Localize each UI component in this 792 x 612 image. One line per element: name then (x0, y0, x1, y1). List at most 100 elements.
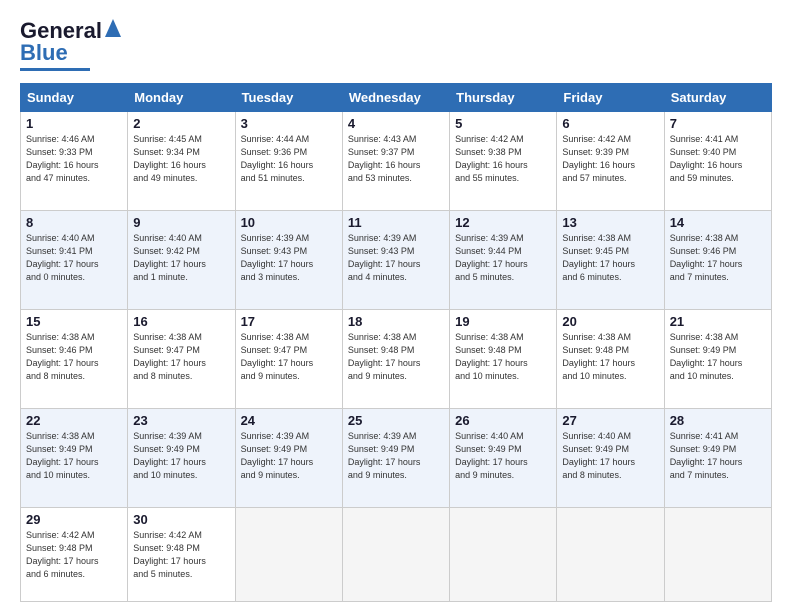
calendar-cell: 13 Sunrise: 4:38 AM Sunset: 9:45 PM Dayli… (557, 210, 664, 309)
day-info: Sunrise: 4:38 AM Sunset: 9:47 PM Dayligh… (241, 331, 337, 383)
calendar-week-row: 29 Sunrise: 4:42 AM Sunset: 9:48 PM Dayli… (21, 507, 772, 601)
calendar-cell: 16 Sunrise: 4:38 AM Sunset: 9:47 PM Dayli… (128, 309, 235, 408)
day-number: 30 (133, 512, 229, 527)
calendar-cell: 28 Sunrise: 4:41 AM Sunset: 9:49 PM Dayli… (664, 408, 771, 507)
calendar-cell: 14Sunrise: 4:38 AM Sunset: 9:46 PM Dayli… (664, 210, 771, 309)
calendar-body: 1 Sunrise: 4:46 AM Sunset: 9:33 PM Daylig… (21, 112, 772, 602)
day-info: Sunrise: 4:42 AM Sunset: 9:48 PM Dayligh… (26, 529, 122, 581)
calendar-cell (557, 507, 664, 601)
calendar-cell: 21Sunrise: 4:38 AM Sunset: 9:49 PM Dayli… (664, 309, 771, 408)
calendar-week-row: 1 Sunrise: 4:46 AM Sunset: 9:33 PM Daylig… (21, 112, 772, 211)
calendar-cell: 3 Sunrise: 4:44 AM Sunset: 9:36 PM Daylig… (235, 112, 342, 211)
weekday-header-saturday: Saturday (664, 84, 771, 112)
day-info: Sunrise: 4:41 AM Sunset: 9:49 PM Dayligh… (670, 430, 766, 482)
day-info: Sunrise: 4:38 AM Sunset: 9:47 PM Dayligh… (133, 331, 229, 383)
calendar-cell (664, 507, 771, 601)
day-number: 17 (241, 314, 337, 329)
calendar-cell: 17 Sunrise: 4:38 AM Sunset: 9:47 PM Dayli… (235, 309, 342, 408)
day-info: Sunrise: 4:38 AM Sunset: 9:49 PM Dayligh… (26, 430, 122, 482)
calendar-cell: 18 Sunrise: 4:38 AM Sunset: 9:48 PM Dayli… (342, 309, 449, 408)
calendar-header-row: SundayMondayTuesdayWednesdayThursdayFrid… (21, 84, 772, 112)
calendar-cell: 22Sunrise: 4:38 AM Sunset: 9:49 PM Dayli… (21, 408, 128, 507)
day-number: 3 (241, 116, 337, 131)
day-info: Sunrise: 4:44 AM Sunset: 9:36 PM Dayligh… (241, 133, 337, 185)
calendar-cell: 19Sunrise: 4:38 AM Sunset: 9:48 PM Dayli… (450, 309, 557, 408)
day-info: Sunrise: 4:39 AM Sunset: 9:49 PM Dayligh… (133, 430, 229, 482)
calendar-cell: 10 Sunrise: 4:39 AM Sunset: 9:43 PM Dayli… (235, 210, 342, 309)
calendar-table: SundayMondayTuesdayWednesdayThursdayFrid… (20, 83, 772, 602)
day-info: Sunrise: 4:38 AM Sunset: 9:49 PM Dayligh… (670, 331, 766, 383)
day-number: 28 (670, 413, 766, 428)
day-number: 8 (26, 215, 122, 230)
calendar-cell: 24Sunrise: 4:39 AM Sunset: 9:49 PM Dayli… (235, 408, 342, 507)
weekday-header-friday: Friday (557, 84, 664, 112)
calendar-cell: 2 Sunrise: 4:45 AM Sunset: 9:34 PM Daylig… (128, 112, 235, 211)
day-number: 25 (348, 413, 444, 428)
day-number: 11 (348, 215, 444, 230)
day-number: 10 (241, 215, 337, 230)
calendar-cell: 30 Sunrise: 4:42 AM Sunset: 9:48 PM Dayli… (128, 507, 235, 601)
day-info: Sunrise: 4:42 AM Sunset: 9:48 PM Dayligh… (133, 529, 229, 581)
calendar-cell: 26 Sunrise: 4:40 AM Sunset: 9:49 PM Dayli… (450, 408, 557, 507)
calendar-cell: 4 Sunrise: 4:43 AM Sunset: 9:37 PM Daylig… (342, 112, 449, 211)
day-info: Sunrise: 4:38 AM Sunset: 9:46 PM Dayligh… (26, 331, 122, 383)
day-info: Sunrise: 4:39 AM Sunset: 9:43 PM Dayligh… (348, 232, 444, 284)
page: General Blue SundayMondayTuesdayWednesda… (0, 0, 792, 612)
calendar-cell: 1 Sunrise: 4:46 AM Sunset: 9:33 PM Daylig… (21, 112, 128, 211)
day-info: Sunrise: 4:39 AM Sunset: 9:44 PM Dayligh… (455, 232, 551, 284)
calendar-cell: 29 Sunrise: 4:42 AM Sunset: 9:48 PM Dayli… (21, 507, 128, 601)
calendar-week-row: 15 Sunrise: 4:38 AM Sunset: 9:46 PM Dayli… (21, 309, 772, 408)
day-number: 12 (455, 215, 551, 230)
calendar-cell: 9Sunrise: 4:40 AM Sunset: 9:42 PM Daylig… (128, 210, 235, 309)
calendar-cell: 23 Sunrise: 4:39 AM Sunset: 9:49 PM Dayli… (128, 408, 235, 507)
calendar-cell: 27 Sunrise: 4:40 AM Sunset: 9:49 PM Dayli… (557, 408, 664, 507)
weekday-header-sunday: Sunday (21, 84, 128, 112)
day-number: 15 (26, 314, 122, 329)
header: General Blue (20, 18, 772, 71)
day-info: Sunrise: 4:38 AM Sunset: 9:48 PM Dayligh… (348, 331, 444, 383)
day-info: Sunrise: 4:45 AM Sunset: 9:34 PM Dayligh… (133, 133, 229, 185)
day-number: 2 (133, 116, 229, 131)
calendar-week-row: 8 Sunrise: 4:40 AM Sunset: 9:41 PM Daylig… (21, 210, 772, 309)
calendar-cell: 6Sunrise: 4:42 AM Sunset: 9:39 PM Daylig… (557, 112, 664, 211)
day-number: 19 (455, 314, 551, 329)
calendar-cell: 11 Sunrise: 4:39 AM Sunset: 9:43 PM Dayli… (342, 210, 449, 309)
day-number: 1 (26, 116, 122, 131)
day-number: 9 (133, 215, 229, 230)
day-number: 5 (455, 116, 551, 131)
day-number: 7 (670, 116, 766, 131)
day-info: Sunrise: 4:39 AM Sunset: 9:43 PM Dayligh… (241, 232, 337, 284)
calendar-cell: 12 Sunrise: 4:39 AM Sunset: 9:44 PM Dayli… (450, 210, 557, 309)
day-info: Sunrise: 4:40 AM Sunset: 9:49 PM Dayligh… (562, 430, 658, 482)
weekday-header-thursday: Thursday (450, 84, 557, 112)
day-info: Sunrise: 4:43 AM Sunset: 9:37 PM Dayligh… (348, 133, 444, 185)
day-info: Sunrise: 4:42 AM Sunset: 9:39 PM Dayligh… (562, 133, 658, 185)
day-info: Sunrise: 4:46 AM Sunset: 9:33 PM Dayligh… (26, 133, 122, 185)
day-number: 29 (26, 512, 122, 527)
day-number: 18 (348, 314, 444, 329)
day-number: 13 (562, 215, 658, 230)
day-number: 24 (241, 413, 337, 428)
calendar-cell: 5 Sunrise: 4:42 AM Sunset: 9:38 PM Daylig… (450, 112, 557, 211)
day-info: Sunrise: 4:42 AM Sunset: 9:38 PM Dayligh… (455, 133, 551, 185)
day-info: Sunrise: 4:40 AM Sunset: 9:49 PM Dayligh… (455, 430, 551, 482)
logo: General Blue (20, 18, 121, 71)
calendar-cell: 7Sunrise: 4:41 AM Sunset: 9:40 PM Daylig… (664, 112, 771, 211)
calendar-cell (342, 507, 449, 601)
calendar-cell: 15 Sunrise: 4:38 AM Sunset: 9:46 PM Dayli… (21, 309, 128, 408)
day-number: 20 (562, 314, 658, 329)
day-info: Sunrise: 4:40 AM Sunset: 9:41 PM Dayligh… (26, 232, 122, 284)
calendar-cell (450, 507, 557, 601)
calendar-week-row: 22Sunrise: 4:38 AM Sunset: 9:49 PM Dayli… (21, 408, 772, 507)
weekday-header-wednesday: Wednesday (342, 84, 449, 112)
day-info: Sunrise: 4:38 AM Sunset: 9:48 PM Dayligh… (562, 331, 658, 383)
calendar-cell: 25Sunrise: 4:39 AM Sunset: 9:49 PM Dayli… (342, 408, 449, 507)
day-number: 27 (562, 413, 658, 428)
day-number: 26 (455, 413, 551, 428)
weekday-header-monday: Monday (128, 84, 235, 112)
day-info: Sunrise: 4:38 AM Sunset: 9:45 PM Dayligh… (562, 232, 658, 284)
day-number: 14 (670, 215, 766, 230)
day-number: 16 (133, 314, 229, 329)
day-number: 23 (133, 413, 229, 428)
day-number: 4 (348, 116, 444, 131)
